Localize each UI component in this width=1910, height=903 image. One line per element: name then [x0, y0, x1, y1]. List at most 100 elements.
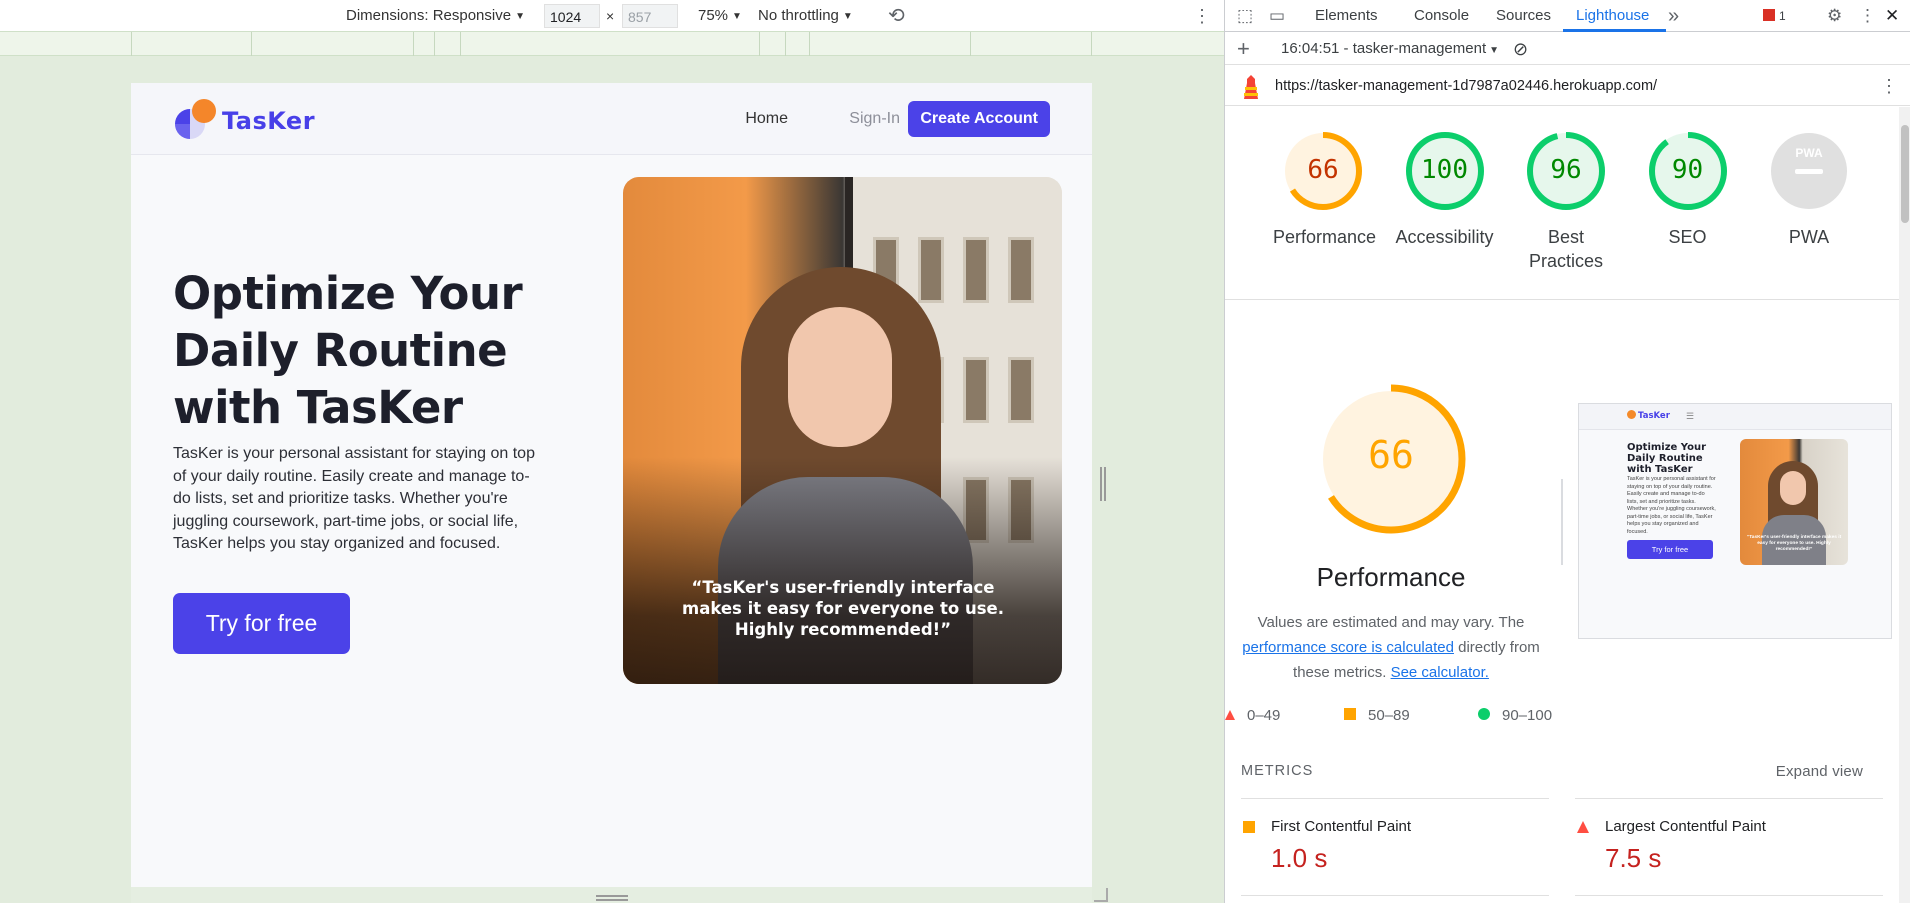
gauge-best-practices[interactable]: 96 Best Practices: [1516, 129, 1616, 273]
dimensions-dropdown[interactable]: Dimensions: Responsive ▼: [346, 0, 525, 32]
gauge-pwa[interactable]: PWA PWA: [1759, 129, 1859, 249]
performance-description: Values are estimated and may vary. The p…: [1225, 610, 1557, 685]
page-screenshot-thumbnail[interactable]: TasKer ☰ Optimize Your Daily Routine wit…: [1578, 403, 1892, 639]
hero-title: Optimize Your Daily Routine with TasKer: [173, 267, 523, 434]
nav-home-link[interactable]: Home: [745, 101, 788, 137]
thumb-logo-icon: [1627, 410, 1636, 419]
report-selector[interactable]: 16:04:51 - tasker-management ▼: [1281, 33, 1499, 67]
metric-divider: [1575, 798, 1883, 799]
gauge-label-seo: SEO: [1668, 227, 1707, 247]
error-icon: [1763, 9, 1775, 21]
throttling-dropdown[interactable]: No throttling ▼: [758, 0, 853, 32]
report-url[interactable]: https://tasker-management-1d7987a02446.h…: [1275, 66, 1657, 106]
gauge-label-accessibility: Accessibility: [1395, 227, 1494, 247]
metrics-heading: METRICS: [1241, 763, 1314, 779]
devtools-tab-bar: ⬚ ▭ Elements Console Sources Lighthouse …: [1225, 0, 1910, 32]
close-icon[interactable]: ✕: [1885, 0, 1899, 32]
pass-circle-icon: [1478, 708, 1490, 720]
dimensions-label: Dimensions: Responsive: [346, 7, 512, 24]
resize-handle-corner[interactable]: [1094, 888, 1108, 902]
gauge-score-performance: 66: [1307, 155, 1339, 185]
inspect-element-icon[interactable]: ⬚: [1237, 0, 1253, 32]
thumb-logo: TasKer: [1627, 410, 1670, 421]
clear-reports-icon[interactable]: ⊘: [1513, 33, 1528, 65]
device-toolbar: Dimensions: Responsive ▼ 1024 × 857 75% ▼ …: [0, 0, 1224, 32]
metric-divider: [1241, 798, 1549, 799]
desc-text: Values are estimated and may vary. The: [1257, 614, 1525, 631]
chevron-down-icon: ▼: [842, 11, 853, 22]
resize-handle-bottom[interactable]: [596, 895, 628, 901]
thumb-title: Optimize Your Daily Routine with TasKer: [1627, 442, 1707, 475]
gauge-performance[interactable]: 66 Performance: [1273, 129, 1377, 249]
rotate-icon[interactable]: ⟲: [888, 0, 905, 32]
more-tabs-icon[interactable]: »: [1668, 0, 1679, 32]
lighthouse-report: 66 Performance 100 Accessibility 96 Best Pract…: [1225, 107, 1899, 903]
see-calculator-link[interactable]: See calculator.: [1391, 664, 1489, 681]
gear-icon[interactable]: ⚙: [1827, 0, 1842, 32]
section-divider: [1225, 299, 1899, 300]
tab-elements[interactable]: Elements: [1315, 0, 1378, 32]
chevron-down-icon: ▼: [1489, 45, 1500, 56]
more-options-icon[interactable]: ⋮: [1880, 66, 1898, 106]
zoom-dropdown[interactable]: 75% ▼: [698, 0, 742, 32]
vertical-separator: [1561, 479, 1563, 565]
new-report-icon[interactable]: +: [1237, 33, 1250, 65]
hamburger-menu-icon: ☰: [1686, 411, 1695, 421]
try-for-free-button[interactable]: Try for free: [173, 593, 350, 654]
tab-lighthouse[interactable]: Lighthouse: [1576, 0, 1649, 32]
chevron-down-icon: ▼: [515, 11, 525, 22]
metric-largest-contentful-paint: Largest Contentful Paint 7.5 s: [1575, 817, 1875, 874]
metric-divider: [1575, 895, 1883, 896]
average-square-icon: [1344, 708, 1356, 720]
gauge-label-best-practices: Best Practices: [1528, 227, 1604, 271]
thumb-description: TasKer is your personal assistant for st…: [1627, 476, 1716, 535]
site-nav: Home Sign-In Create Account: [745, 101, 1050, 137]
gauge-label-performance: Performance: [1273, 227, 1377, 247]
error-count: 1: [1779, 9, 1786, 23]
legend-pass-label: 90–100: [1502, 707, 1553, 724]
throttling-value: No throttling: [758, 7, 839, 24]
nav-signin-link[interactable]: Sign-In: [849, 101, 900, 137]
pwa-badge-icon: PWA: [1795, 146, 1823, 160]
height-input[interactable]: 857: [622, 4, 678, 28]
gauge-label-pwa: PWA: [1788, 227, 1830, 247]
tab-sources[interactable]: Sources: [1496, 0, 1551, 32]
more-options-icon[interactable]: ⋮: [1859, 0, 1876, 32]
performance-score-link[interactable]: performance score is calculated: [1242, 639, 1454, 656]
error-count-badge[interactable]: 1: [1763, 9, 1786, 23]
expand-view-toggle[interactable]: Expand view: [1776, 763, 1863, 780]
site-logo[interactable]: TasKer: [174, 97, 324, 141]
gauge-score-accessibility: 100: [1421, 155, 1468, 185]
gauge-seo[interactable]: 90 SEO: [1638, 129, 1738, 249]
report-scrollbar[interactable]: [1899, 107, 1910, 903]
legend-fail-label: 0–49: [1247, 707, 1281, 724]
metrics-header: METRICS Expand view: [1241, 763, 1881, 780]
chevron-down-icon: ▼: [732, 11, 742, 22]
scrollbar-thumb[interactable]: [1901, 125, 1909, 223]
metric-value: 1.0 s: [1271, 843, 1328, 873]
thumb-header: TasKer ☰: [1579, 404, 1891, 430]
tab-console[interactable]: Console: [1414, 0, 1469, 32]
testimonial-quote: “TasKer's user-friendly interface makes …: [682, 578, 1004, 639]
hero-image: “TasKer's user-friendly interface makes …: [623, 177, 1062, 684]
more-options-icon[interactable]: ⋮: [1193, 0, 1211, 32]
dimension-separator: ×: [606, 8, 615, 24]
report-selector-label: 16:04:51 - tasker-management: [1281, 40, 1487, 57]
legend-average: 50–89: [1344, 707, 1410, 724]
width-input[interactable]: 1024: [544, 4, 600, 28]
resize-handle-right[interactable]: [1100, 467, 1106, 501]
emulated-viewport: TasKer Home Sign-In Create Account Optim…: [131, 83, 1092, 903]
fail-triangle-icon: [1225, 710, 1235, 720]
devtools-panel: ⬚ ▭ Elements Console Sources Lighthouse …: [1224, 0, 1910, 903]
create-account-button[interactable]: Create Account: [908, 101, 1050, 137]
gauge-accessibility[interactable]: 100 Accessibility: [1395, 129, 1495, 249]
hero-description: TasKer is your personal assistant for st…: [173, 445, 535, 552]
active-tab-indicator: [1563, 29, 1666, 32]
device-toolbar-toggle-icon[interactable]: ▭: [1269, 0, 1285, 32]
gauge-score-best-practices: 96: [1550, 155, 1582, 185]
thumb-cta: Try for free: [1627, 540, 1713, 559]
report-url-bar: https://tasker-management-1d7987a02446.h…: [1225, 66, 1910, 106]
device-emulation-area: Dimensions: Responsive ▼ 1024 × 857 75% ▼ …: [0, 0, 1224, 903]
logo-text: TasKer: [222, 107, 316, 135]
gauge-score-seo: 90: [1671, 155, 1704, 185]
